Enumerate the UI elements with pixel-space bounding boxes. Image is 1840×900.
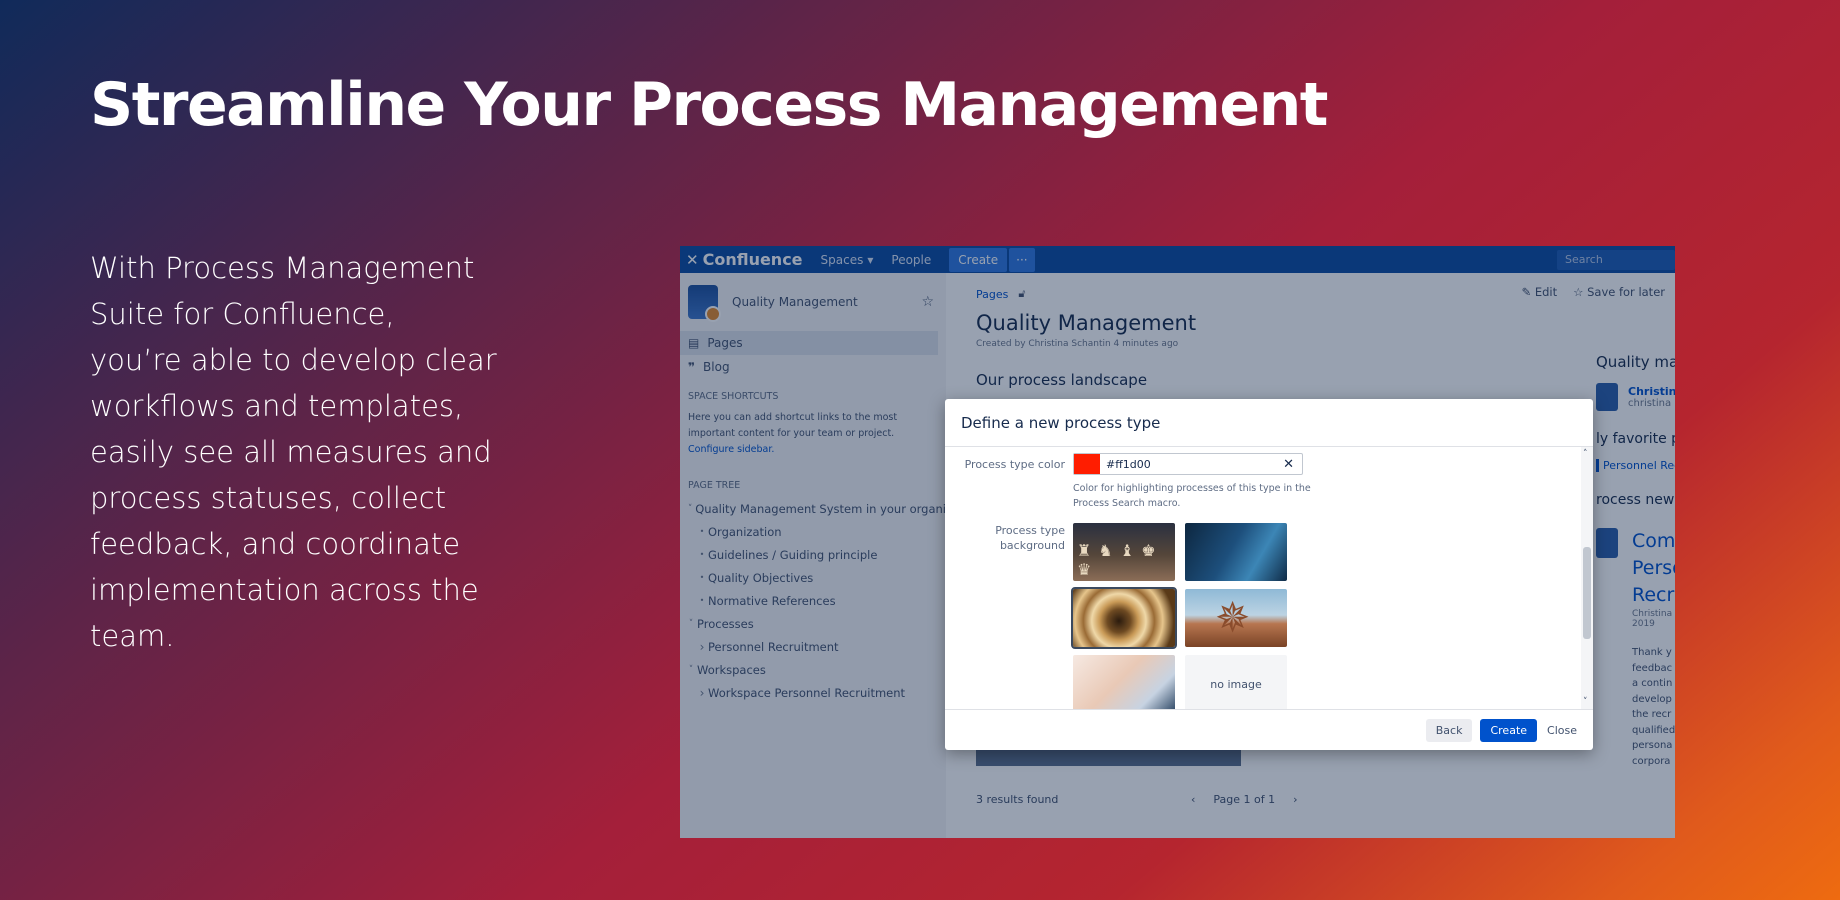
background-option-ship-wheel[interactable]: [1185, 589, 1287, 647]
hero-line: easily see all measures and: [90, 435, 492, 469]
hero-title: Streamline Your Process Management: [90, 70, 1328, 140]
hero-line: feedback, and coordinate: [90, 527, 461, 561]
close-button[interactable]: Close: [1545, 719, 1579, 742]
back-button[interactable]: Back: [1425, 718, 1473, 742]
confluence-screenshot: ✕ Confluence Spaces ▾ People Create ··· …: [680, 246, 1675, 838]
background-options: no image: [1071, 523, 1287, 709]
chevron-up-icon[interactable]: ˄: [1583, 449, 1588, 459]
dialog-footer: Back Create Close: [945, 709, 1593, 750]
hero-description: With Process Management Suite for Conflu…: [90, 245, 520, 659]
background-label: Process type background: [995, 524, 1065, 552]
hero-line: With Process Management: [90, 251, 475, 285]
chevron-down-icon[interactable]: ˅: [1583, 697, 1588, 707]
background-option-chess[interactable]: [1073, 523, 1175, 581]
color-label: Process type color: [964, 458, 1065, 471]
define-process-type-dialog: Define a new process type Process type c…: [945, 399, 1593, 750]
dialog-scrollbar[interactable]: ˄ ˅: [1581, 447, 1593, 709]
create-button[interactable]: Create: [1480, 718, 1538, 742]
hero-line: Suite for Confluence,: [90, 297, 395, 331]
hero-line: process statuses, collect: [90, 481, 447, 515]
hero-line: workflows and templates,: [90, 389, 464, 423]
background-option-handshake[interactable]: [1073, 655, 1175, 709]
scrollbar-thumb[interactable]: [1583, 547, 1591, 639]
color-help-text: Color for highlighting processes of this…: [1073, 483, 1311, 509]
hero-line: you’re able to develop clear: [90, 343, 497, 377]
hero-line: implementation across the: [90, 573, 479, 607]
hero-line: team.: [90, 619, 175, 653]
color-swatch[interactable]: [1074, 454, 1100, 474]
color-value: #ff1d00: [1106, 457, 1151, 471]
close-icon[interactable]: ✕: [1283, 457, 1294, 472]
background-option-staircase[interactable]: [1071, 587, 1177, 649]
background-option-digital-hand[interactable]: [1185, 523, 1287, 581]
color-field[interactable]: #ff1d00 ✕: [1073, 453, 1303, 475]
dialog-title: Define a new process type: [945, 399, 1593, 447]
dialog-body: Process type color #ff1d00 ✕ Color for h…: [945, 447, 1593, 709]
background-option-none[interactable]: no image: [1185, 655, 1287, 709]
